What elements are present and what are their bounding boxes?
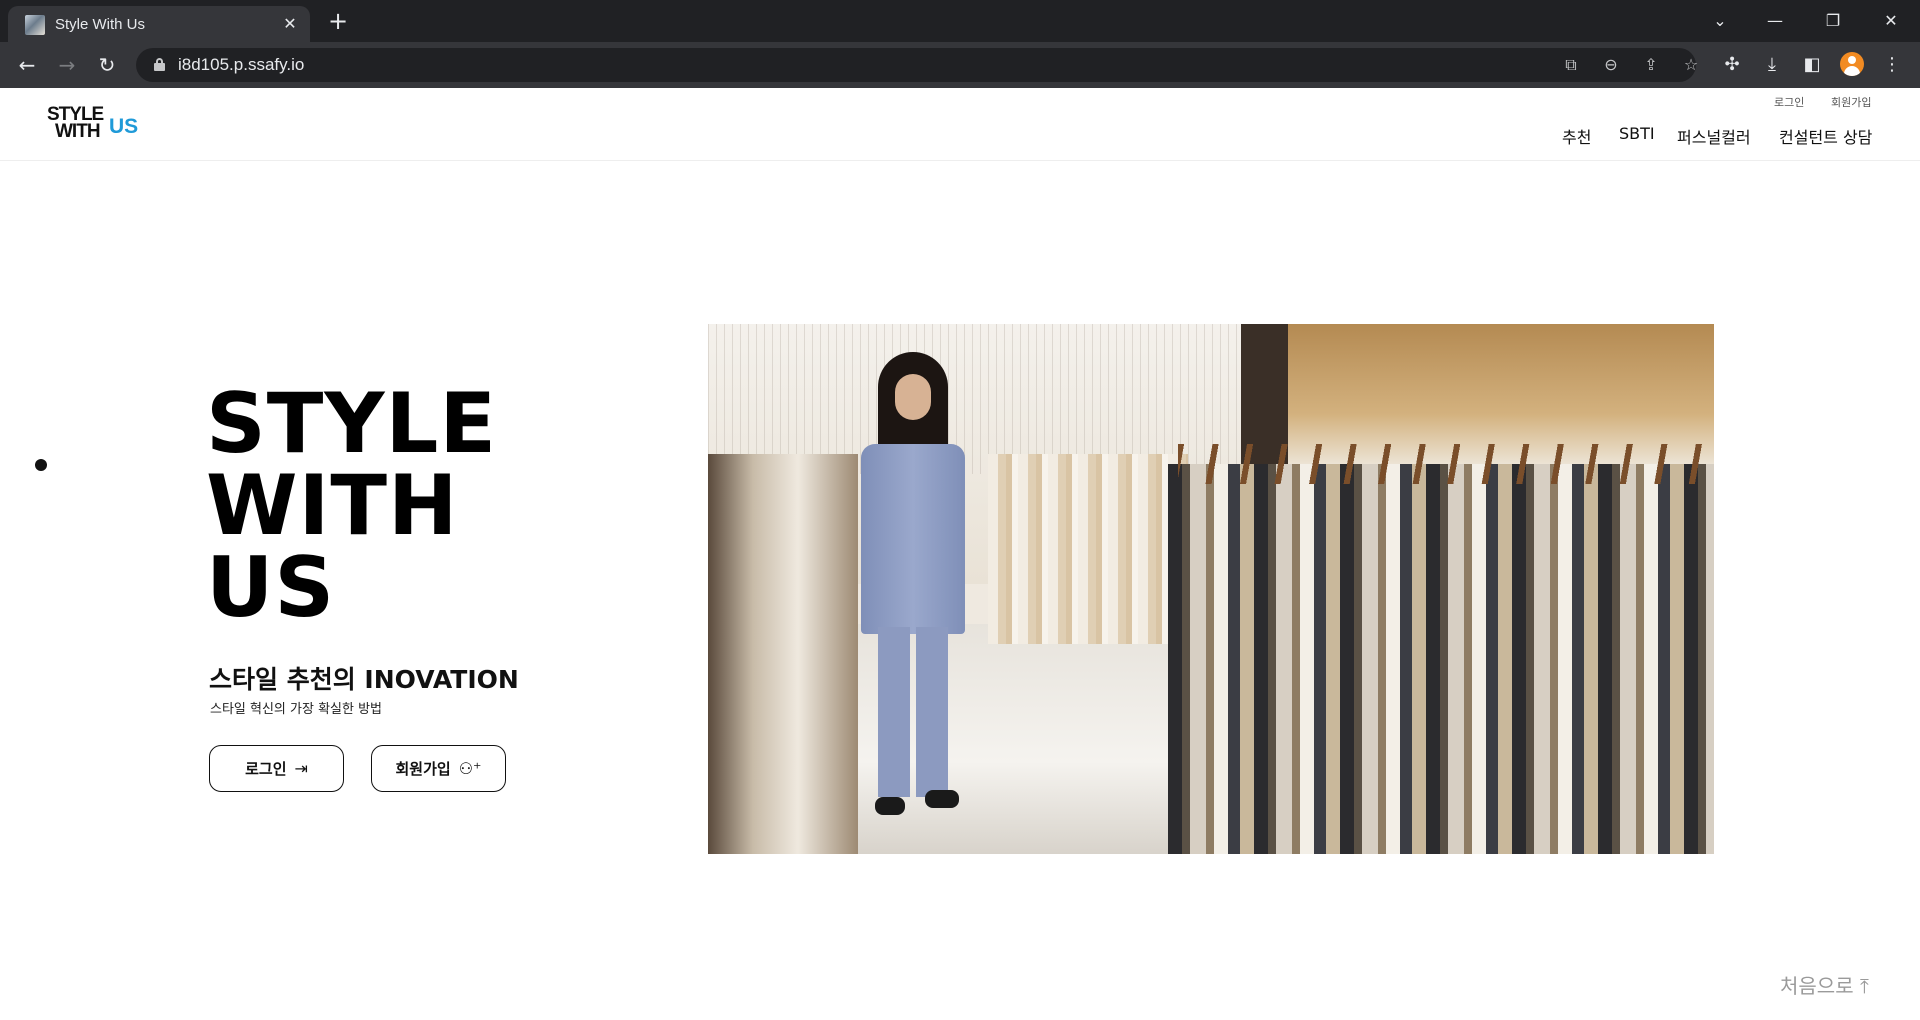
site-logo[interactable]: STYLE WITH US: [47, 105, 147, 145]
site-favicon-icon: [25, 15, 45, 35]
browser-toolbar: ← → ↻ i8d105.p.ssafy.io ⧉ ⊖ ⇪ ☆ ✣ ⤓ ◧ ⋮: [0, 42, 1920, 88]
nav-recommend[interactable]: 추천: [1562, 124, 1591, 148]
url-text[interactable]: i8d105.p.ssafy.io: [178, 55, 304, 75]
login-arrow-icon: ⇥: [294, 759, 308, 778]
hero-login-button[interactable]: 로그인 ⇥: [209, 745, 344, 792]
tab-search-icon[interactable]: ⌄: [1700, 6, 1740, 36]
nav-sbti[interactable]: SBTI: [1619, 124, 1655, 143]
downloads-icon[interactable]: ⤓: [1760, 53, 1784, 77]
restore-button[interactable]: ❐: [1813, 6, 1853, 36]
model-figure: [853, 352, 973, 837]
logo-accent-us: US: [109, 115, 139, 138]
hero-login-label: 로그인: [245, 760, 287, 778]
tab-title: Style With Us: [55, 16, 146, 33]
hero-signup-button[interactable]: 회원가입 ⚇⁺: [371, 745, 506, 792]
forward-button[interactable]: →: [53, 51, 81, 79]
hero-signup-label: 회원가입: [395, 760, 451, 778]
share-icon[interactable]: ⇪: [1640, 54, 1662, 76]
lock-icon[interactable]: [154, 58, 165, 72]
hero-title: STYLE WITH US: [206, 375, 498, 636]
header-login-link[interactable]: 로그인: [1774, 94, 1804, 110]
hero-title-line: US: [206, 539, 336, 636]
hero-description: 스타일 혁신의 가장 확실한 방법: [210, 702, 383, 717]
translate-icon[interactable]: ⧉: [1560, 54, 1582, 76]
zoom-out-icon[interactable]: ⊖: [1600, 54, 1622, 76]
scroll-to-top-button[interactable]: 처음으로 ⤒: [1780, 970, 1869, 999]
site-header: STYLE WITH US 로그인 회원가입 추천 SBTI 퍼스널컬러 컨설턴…: [0, 88, 1920, 161]
extensions-icon[interactable]: ✣: [1720, 53, 1744, 77]
close-window-button[interactable]: ✕: [1871, 6, 1911, 36]
browser-tab[interactable]: Style With Us ✕: [8, 6, 310, 42]
minimize-button[interactable]: —: [1755, 6, 1795, 36]
arrow-up-icon: ⤒: [1859, 974, 1869, 998]
browser-menu-icon[interactable]: ⋮: [1880, 53, 1904, 77]
profile-avatar-icon[interactable]: [1840, 52, 1864, 76]
back-button[interactable]: ←: [13, 51, 41, 79]
cursor-dot: [35, 459, 47, 471]
address-bar[interactable]: i8d105.p.ssafy.io ⧉ ⊖ ⇪ ☆: [136, 48, 1698, 82]
nav-personal-color[interactable]: 퍼스널컬러: [1677, 124, 1751, 148]
scroll-to-top-label: 처음으로: [1780, 974, 1854, 998]
header-signup-link[interactable]: 회원가입: [1831, 94, 1871, 110]
hero-title-line: WITH: [206, 457, 459, 554]
bookmark-star-icon[interactable]: ☆: [1680, 54, 1702, 76]
hero-title-line: STYLE: [206, 375, 498, 472]
hero-subtitle: 스타일 추천의 INOVATION: [209, 665, 519, 694]
close-tab-icon[interactable]: ✕: [280, 14, 300, 34]
hero-fashion-photo: [708, 324, 1714, 854]
add-user-icon: ⚇⁺: [458, 759, 482, 778]
nav-consultant[interactable]: 컨설턴트 상담: [1779, 124, 1872, 148]
side-panel-icon[interactable]: ◧: [1800, 53, 1824, 77]
logo-line-with: WITH: [55, 121, 101, 142]
new-tab-button[interactable]: +: [325, 9, 351, 35]
browser-tabstrip: Style With Us ✕ + ⌄ — ❐ ✕: [0, 0, 1920, 42]
reload-button[interactable]: ↻: [93, 51, 121, 79]
